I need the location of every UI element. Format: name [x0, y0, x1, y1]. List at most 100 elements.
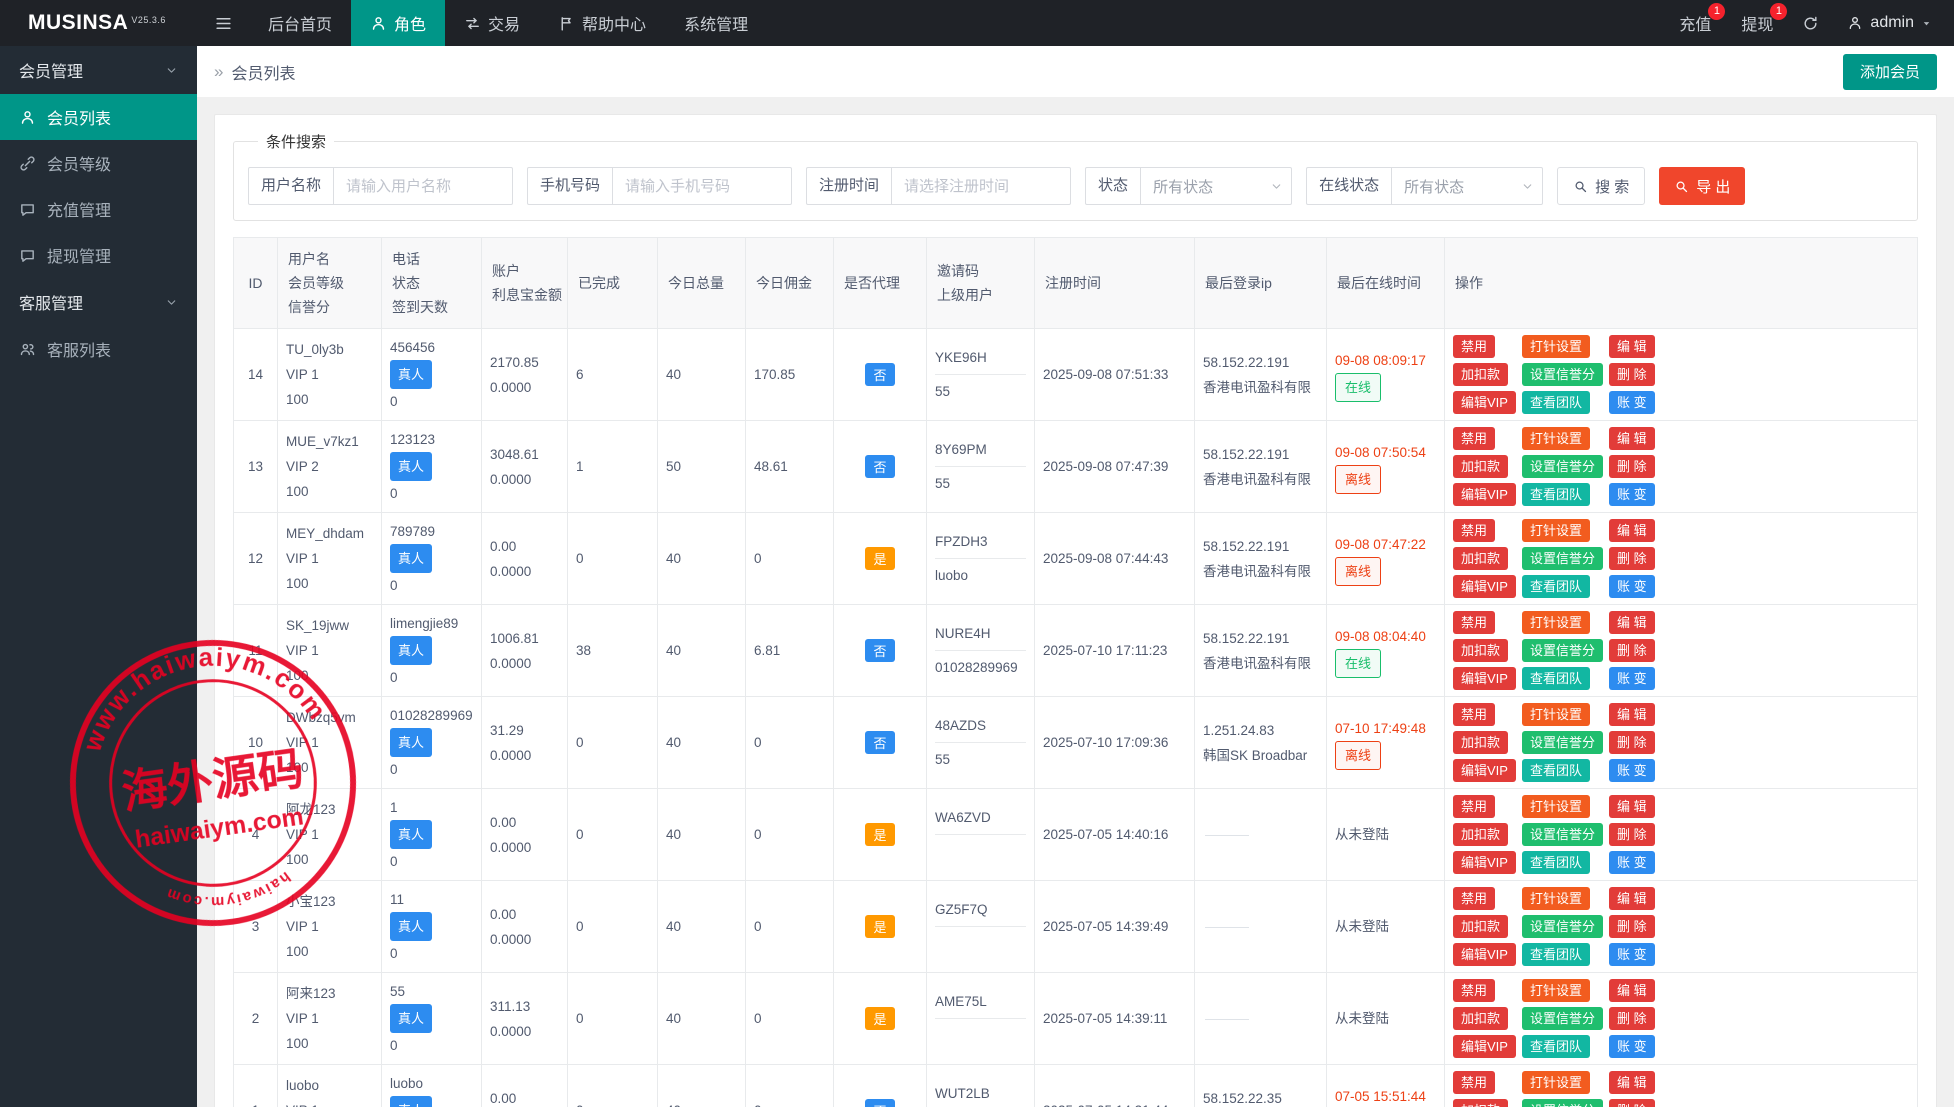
- action-set-credit-score-button[interactable]: 设置信誉分: [1522, 363, 1603, 386]
- action-edit-button[interactable]: 编 辑: [1609, 703, 1655, 726]
- sidebar-item-member-list[interactable]: 会员列表: [0, 94, 197, 140]
- action-disable-button[interactable]: 禁用: [1453, 611, 1495, 634]
- status-select[interactable]: 所有状态: [1140, 167, 1292, 205]
- topnav-item-trade[interactable]: 交易: [445, 0, 539, 46]
- action-add-deduction-button[interactable]: 加扣款: [1453, 363, 1508, 386]
- action-delete-button[interactable]: 删 除: [1609, 363, 1655, 386]
- action-set-credit-score-button[interactable]: 设置信誉分: [1522, 915, 1603, 938]
- action-disable-button[interactable]: 禁用: [1453, 979, 1495, 1002]
- action-set-credit-score-button[interactable]: 设置信誉分: [1522, 639, 1603, 662]
- action-balance-change-button[interactable]: 账 变: [1609, 943, 1655, 966]
- action-view-team-button[interactable]: 查看团队: [1522, 391, 1590, 414]
- action-inject-setting-button[interactable]: 打针设置: [1522, 1071, 1590, 1094]
- withdraw-button[interactable]: 提现1: [1726, 0, 1788, 46]
- action-delete-button[interactable]: 删 除: [1609, 1099, 1655, 1107]
- action-disable-button[interactable]: 禁用: [1453, 887, 1495, 910]
- action-view-team-button[interactable]: 查看团队: [1522, 483, 1590, 506]
- online-status-select[interactable]: 所有状态: [1391, 167, 1543, 205]
- action-edit-button[interactable]: 编 辑: [1609, 427, 1655, 450]
- action-view-team-button[interactable]: 查看团队: [1522, 943, 1590, 966]
- user-menu[interactable]: admin: [1833, 0, 1946, 46]
- action-disable-button[interactable]: 禁用: [1453, 703, 1495, 726]
- action-delete-button[interactable]: 删 除: [1609, 455, 1655, 478]
- action-add-deduction-button[interactable]: 加扣款: [1453, 455, 1508, 478]
- action-inject-setting-button[interactable]: 打针设置: [1522, 519, 1590, 542]
- action-delete-button[interactable]: 删 除: [1609, 547, 1655, 570]
- action-balance-change-button[interactable]: 账 变: [1609, 759, 1655, 782]
- topnav-item-help-center[interactable]: 帮助中心: [539, 0, 665, 46]
- reg-time-input[interactable]: [891, 167, 1071, 205]
- action-set-credit-score-button[interactable]: 设置信誉分: [1522, 731, 1603, 754]
- action-edit-button[interactable]: 编 辑: [1609, 611, 1655, 634]
- action-edit-vip-button[interactable]: 编辑VIP: [1453, 667, 1516, 690]
- action-view-team-button[interactable]: 查看团队: [1522, 851, 1590, 874]
- action-inject-setting-button[interactable]: 打针设置: [1522, 795, 1590, 818]
- action-edit-button[interactable]: 编 辑: [1609, 795, 1655, 818]
- action-disable-button[interactable]: 禁用: [1453, 427, 1495, 450]
- action-add-deduction-button[interactable]: 加扣款: [1453, 547, 1508, 570]
- action-disable-button[interactable]: 禁用: [1453, 795, 1495, 818]
- action-edit-vip-button[interactable]: 编辑VIP: [1453, 483, 1516, 506]
- action-disable-button[interactable]: 禁用: [1453, 519, 1495, 542]
- topnav-item-role[interactable]: 角色: [351, 0, 445, 46]
- menu-toggle[interactable]: [197, 0, 249, 46]
- refresh-button[interactable]: [1788, 0, 1833, 46]
- action-inject-setting-button[interactable]: 打针设置: [1522, 427, 1590, 450]
- action-disable-button[interactable]: 禁用: [1453, 1071, 1495, 1094]
- action-balance-change-button[interactable]: 账 变: [1609, 575, 1655, 598]
- sidebar-group-customer-service[interactable]: 客服管理: [0, 278, 197, 326]
- sidebar-item-recharge-management[interactable]: 充值管理: [0, 186, 197, 232]
- export-button[interactable]: 导 出: [1659, 167, 1745, 205]
- sidebar-item-withdraw-management[interactable]: 提现管理: [0, 232, 197, 278]
- action-delete-button[interactable]: 删 除: [1609, 915, 1655, 938]
- action-edit-vip-button[interactable]: 编辑VIP: [1453, 851, 1516, 874]
- action-edit-button[interactable]: 编 辑: [1609, 1071, 1655, 1094]
- action-edit-vip-button[interactable]: 编辑VIP: [1453, 575, 1516, 598]
- action-edit-button[interactable]: 编 辑: [1609, 887, 1655, 910]
- sidebar-item-customer-service-list[interactable]: 客服列表: [0, 326, 197, 372]
- action-add-deduction-button[interactable]: 加扣款: [1453, 639, 1508, 662]
- action-balance-change-button[interactable]: 账 变: [1609, 1035, 1655, 1058]
- action-edit-vip-button[interactable]: 编辑VIP: [1453, 391, 1516, 414]
- action-add-deduction-button[interactable]: 加扣款: [1453, 1099, 1508, 1107]
- topnav-item-home[interactable]: 后台首页: [249, 0, 351, 46]
- action-add-deduction-button[interactable]: 加扣款: [1453, 823, 1508, 846]
- action-add-deduction-button[interactable]: 加扣款: [1453, 731, 1508, 754]
- action-set-credit-score-button[interactable]: 设置信誉分: [1522, 1007, 1603, 1030]
- action-edit-vip-button[interactable]: 编辑VIP: [1453, 759, 1516, 782]
- sidebar-group-member-management[interactable]: 会员管理: [0, 46, 197, 94]
- add-member-button[interactable]: 添加会员: [1843, 54, 1937, 90]
- action-edit-button[interactable]: 编 辑: [1609, 335, 1655, 358]
- action-view-team-button[interactable]: 查看团队: [1522, 575, 1590, 598]
- action-balance-change-button[interactable]: 账 变: [1609, 851, 1655, 874]
- action-inject-setting-button[interactable]: 打针设置: [1522, 335, 1590, 358]
- action-view-team-button[interactable]: 查看团队: [1522, 759, 1590, 782]
- action-delete-button[interactable]: 删 除: [1609, 639, 1655, 662]
- action-disable-button[interactable]: 禁用: [1453, 335, 1495, 358]
- action-set-credit-score-button[interactable]: 设置信誉分: [1522, 823, 1603, 846]
- action-set-credit-score-button[interactable]: 设置信誉分: [1522, 1099, 1603, 1107]
- topnav-item-system[interactable]: 系统管理: [665, 0, 767, 46]
- action-set-credit-score-button[interactable]: 设置信誉分: [1522, 455, 1603, 478]
- action-add-deduction-button[interactable]: 加扣款: [1453, 1007, 1508, 1030]
- action-inject-setting-button[interactable]: 打针设置: [1522, 887, 1590, 910]
- action-edit-button[interactable]: 编 辑: [1609, 519, 1655, 542]
- action-delete-button[interactable]: 删 除: [1609, 1007, 1655, 1030]
- action-edit-button[interactable]: 编 辑: [1609, 979, 1655, 1002]
- sidebar-item-member-level[interactable]: 会员等级: [0, 140, 197, 186]
- action-add-deduction-button[interactable]: 加扣款: [1453, 915, 1508, 938]
- action-view-team-button[interactable]: 查看团队: [1522, 1035, 1590, 1058]
- username-input[interactable]: [333, 167, 513, 205]
- action-delete-button[interactable]: 删 除: [1609, 731, 1655, 754]
- action-edit-vip-button[interactable]: 编辑VIP: [1453, 943, 1516, 966]
- action-balance-change-button[interactable]: 账 变: [1609, 483, 1655, 506]
- action-inject-setting-button[interactable]: 打针设置: [1522, 703, 1590, 726]
- recharge-button[interactable]: 充值1: [1664, 0, 1726, 46]
- action-delete-button[interactable]: 删 除: [1609, 823, 1655, 846]
- action-balance-change-button[interactable]: 账 变: [1609, 391, 1655, 414]
- phone-input[interactable]: [612, 167, 792, 205]
- action-inject-setting-button[interactable]: 打针设置: [1522, 611, 1590, 634]
- search-button[interactable]: 搜 索: [1557, 167, 1645, 205]
- action-edit-vip-button[interactable]: 编辑VIP: [1453, 1035, 1516, 1058]
- action-set-credit-score-button[interactable]: 设置信誉分: [1522, 547, 1603, 570]
